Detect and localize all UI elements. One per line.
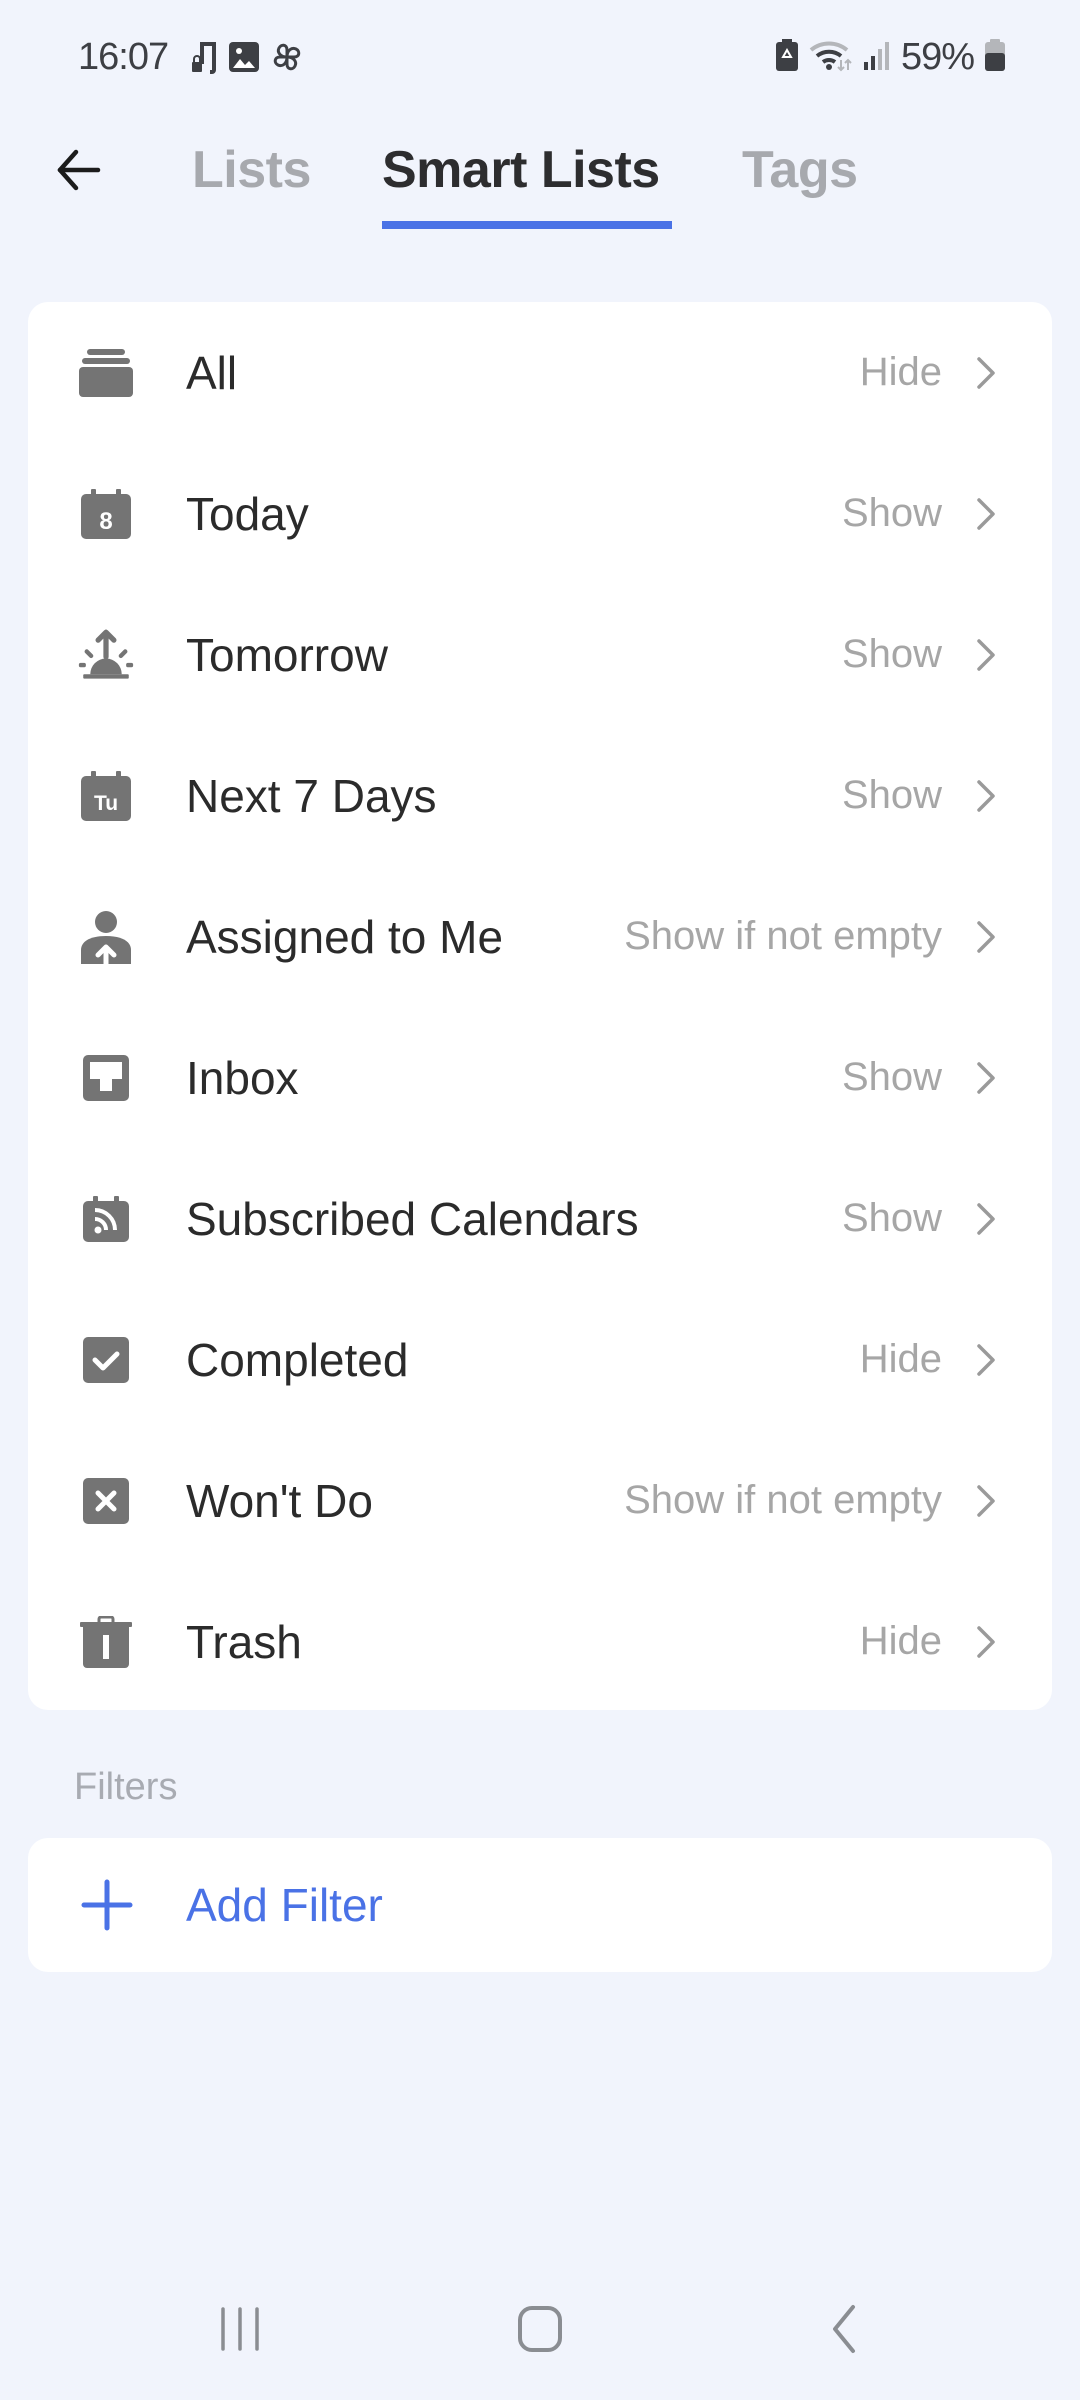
row-label: Completed bbox=[186, 1333, 409, 1386]
stack-icon bbox=[78, 345, 134, 401]
row-visibility-value: Show if not empty bbox=[624, 914, 942, 958]
smart-list-row-inbox[interactable]: Inbox Show bbox=[28, 1007, 1052, 1148]
recent-apps-button[interactable] bbox=[190, 2296, 290, 2366]
filters-section-label: Filters bbox=[74, 1766, 178, 1808]
chevron-right-icon bbox=[972, 353, 1000, 393]
status-bar: 16:07 59% bbox=[0, 0, 1080, 120]
smart-list-row-completed[interactable]: Completed Hide bbox=[28, 1289, 1052, 1430]
smart-list-row-subscribed-calendars[interactable]: Subscribed Calendars Show bbox=[28, 1148, 1052, 1289]
home-button[interactable] bbox=[490, 2296, 590, 2366]
checkbox-checked-icon bbox=[78, 1332, 134, 1388]
chevron-right-icon bbox=[972, 1481, 1000, 1521]
row-visibility-value: Show bbox=[841, 491, 942, 535]
calendar-rss-icon bbox=[78, 1191, 134, 1247]
home-icon bbox=[516, 2305, 564, 2358]
system-back-button[interactable] bbox=[794, 2296, 894, 2366]
chevron-right-icon bbox=[972, 494, 1000, 534]
smart-list-row-trash[interactable]: Trash Hide bbox=[28, 1571, 1052, 1712]
recent-apps-icon bbox=[215, 2305, 265, 2358]
row-label: Tomorrow bbox=[186, 628, 388, 681]
row-label: Subscribed Calendars bbox=[186, 1192, 639, 1245]
battery-percent: 59% bbox=[900, 36, 975, 78]
smart-list-row-all[interactable]: All Hide bbox=[28, 302, 1052, 443]
sunrise-icon bbox=[78, 627, 134, 683]
svg-text:8: 8 bbox=[99, 508, 112, 535]
inbox-icon bbox=[78, 1050, 134, 1106]
smart-list-row-next-7-days[interactable]: Tu Next 7 Days Show bbox=[28, 725, 1052, 866]
row-visibility-value: Show bbox=[841, 632, 942, 676]
row-label: Assigned to Me bbox=[186, 910, 504, 963]
chevron-right-icon bbox=[972, 1058, 1000, 1098]
smart-list-row-tomorrow[interactable]: Tomorrow Show bbox=[28, 584, 1052, 725]
tab-smart-lists[interactable]: Smart Lists bbox=[382, 140, 660, 200]
add-filter-label: Add Filter bbox=[186, 1879, 383, 1931]
row-label: Inbox bbox=[186, 1051, 299, 1104]
person-assigned-icon bbox=[78, 909, 134, 965]
row-label: Trash bbox=[186, 1615, 302, 1668]
row-visibility-value: Show bbox=[841, 773, 942, 817]
calendar-today-icon: 8 bbox=[78, 486, 134, 542]
chevron-right-icon bbox=[972, 1199, 1000, 1239]
back-chevron-icon bbox=[829, 2304, 859, 2359]
svg-text:Tu: Tu bbox=[94, 792, 118, 815]
back-button[interactable] bbox=[48, 142, 108, 202]
pinwheel-icon bbox=[270, 40, 304, 79]
tab-lists[interactable]: Lists bbox=[192, 140, 311, 200]
row-visibility-value: Show bbox=[841, 1196, 942, 1240]
smart-list-row-today[interactable]: 8 Today Show bbox=[28, 443, 1052, 584]
active-tab-indicator bbox=[382, 221, 672, 229]
row-label: Today bbox=[186, 487, 309, 540]
wifi-icon bbox=[809, 38, 853, 77]
row-label: Won't Do bbox=[186, 1474, 373, 1527]
arrow-left-icon bbox=[54, 146, 102, 199]
row-visibility-value: Hide bbox=[859, 350, 942, 394]
status-time: 16:07 bbox=[78, 36, 169, 78]
chevron-right-icon bbox=[972, 776, 1000, 816]
row-visibility-value: Hide bbox=[859, 1337, 942, 1381]
image-icon bbox=[228, 41, 260, 78]
battery-icon bbox=[984, 38, 1006, 77]
signal-icon bbox=[863, 38, 891, 77]
system-navigation-bar bbox=[0, 2260, 1080, 2400]
battery-saver-icon bbox=[775, 38, 799, 77]
smart-list-row-wont-do[interactable]: Won't Do Show if not empty bbox=[28, 1430, 1052, 1571]
calendar-week-icon: Tu bbox=[78, 768, 134, 824]
smart-list-row-assigned-to-me[interactable]: Assigned to Me Show if not empty bbox=[28, 866, 1052, 1007]
row-visibility-value: Show if not empty bbox=[624, 1478, 942, 1522]
add-filter-button[interactable]: Add Filter bbox=[28, 1838, 1052, 1972]
header: Lists Smart Lists Tags bbox=[0, 120, 1080, 240]
smart-lists-card: All Hide 8 Today Show Tomorrow Show Tu N… bbox=[28, 302, 1052, 1710]
chevron-right-icon bbox=[972, 635, 1000, 675]
filters-card: Add Filter bbox=[28, 1838, 1052, 1972]
tab-tags[interactable]: Tags bbox=[742, 140, 858, 200]
row-label: Next 7 Days bbox=[186, 769, 437, 822]
checkbox-x-icon bbox=[78, 1473, 134, 1529]
chevron-right-icon bbox=[972, 1340, 1000, 1380]
trash-icon bbox=[78, 1614, 134, 1670]
chevron-right-icon bbox=[972, 1622, 1000, 1662]
row-visibility-value: Hide bbox=[859, 1619, 942, 1663]
chevron-right-icon bbox=[972, 917, 1000, 957]
plus-icon bbox=[80, 1878, 134, 1932]
row-label: All bbox=[186, 346, 238, 399]
music-lock-icon bbox=[192, 40, 218, 79]
row-visibility-value: Show bbox=[841, 1055, 942, 1099]
